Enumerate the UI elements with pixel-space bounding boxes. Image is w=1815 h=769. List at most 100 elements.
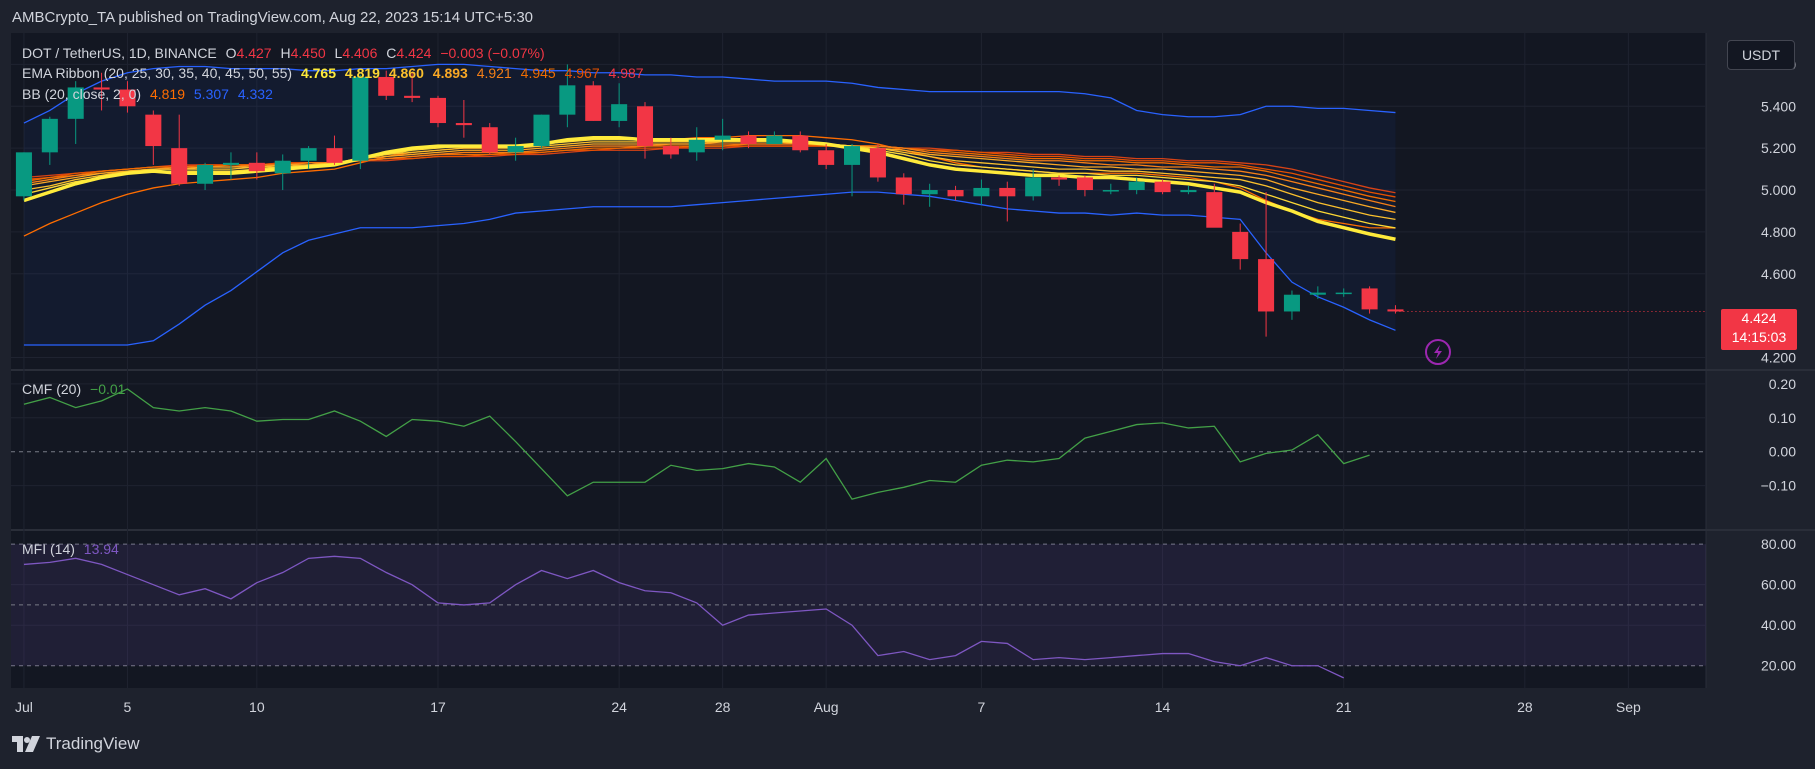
currency-button[interactable]: USDT bbox=[1727, 40, 1795, 70]
cmf-y-tick-label: 0.00 bbox=[1769, 444, 1796, 460]
mfi-y-tick-label: 40.00 bbox=[1761, 617, 1796, 633]
candle-body bbox=[1180, 190, 1197, 193]
x-tick-label: 28 bbox=[1517, 699, 1533, 715]
candle-body bbox=[662, 146, 679, 155]
candle-body bbox=[766, 135, 783, 144]
candle-body bbox=[818, 150, 835, 165]
mfi-legend-label: MFI (14) bbox=[22, 541, 75, 557]
candle-body bbox=[300, 148, 317, 161]
candle-body bbox=[1258, 259, 1275, 312]
candle-body bbox=[171, 148, 188, 184]
candle-body bbox=[1361, 288, 1378, 310]
tradingview-logo-icon[interactable] bbox=[12, 736, 40, 752]
candle-body bbox=[740, 135, 757, 144]
bb-legend: BB (20, close, 2, 0) 4.819 5.307 4.332 bbox=[22, 86, 278, 102]
candle-body bbox=[688, 139, 705, 153]
x-tick-label: 24 bbox=[611, 699, 627, 715]
symbol-legend: DOT / TetherUS, 1D, BINANCE O4.427 H4.45… bbox=[22, 45, 550, 61]
high-label: H bbox=[280, 45, 291, 61]
price-y-tick-label: 4.800 bbox=[1761, 224, 1796, 240]
ema-value: 4.765 bbox=[300, 65, 337, 81]
candle-body bbox=[1025, 177, 1042, 197]
candle-body bbox=[1387, 309, 1404, 312]
x-tick-label: 14 bbox=[1155, 699, 1171, 715]
x-tick-label: 28 bbox=[715, 699, 731, 715]
candle-body bbox=[1051, 177, 1068, 180]
candle-body bbox=[352, 76, 369, 161]
cmf-legend-label: CMF (20) bbox=[22, 381, 82, 397]
candle-body bbox=[1154, 181, 1171, 193]
bb-upper-value: 5.307 bbox=[193, 86, 229, 102]
candle-body bbox=[611, 104, 628, 121]
mfi-y-tick-label: 20.00 bbox=[1761, 658, 1796, 674]
candle-body bbox=[197, 164, 214, 184]
candle-body bbox=[15, 152, 32, 197]
ema-value: 4.893 bbox=[432, 65, 468, 81]
close-value: 4.424 bbox=[396, 45, 432, 61]
candle-body bbox=[481, 127, 498, 153]
bb-legend-label: BB (20, close, 2, 0) bbox=[22, 86, 142, 102]
price-y-tick-label: 5.000 bbox=[1761, 182, 1796, 198]
cmf-legend-value: −0.01 bbox=[90, 381, 126, 397]
candle-body bbox=[1335, 292, 1352, 295]
price-y-tick-label: 5.200 bbox=[1761, 140, 1796, 156]
x-tick-label: 21 bbox=[1336, 699, 1352, 715]
candle-body bbox=[844, 146, 861, 165]
candle-body bbox=[248, 162, 265, 172]
candle-body bbox=[999, 187, 1016, 197]
candle-body bbox=[585, 85, 602, 121]
candle-body bbox=[1076, 177, 1093, 191]
last-price-tag: 4.424 14:15:03 bbox=[1721, 309, 1797, 350]
x-tick-label: Sep bbox=[1616, 699, 1641, 715]
change-value: −0.003 (−0.07%) bbox=[440, 45, 545, 61]
ema-value: 4.967 bbox=[564, 65, 600, 81]
x-tick-label: 17 bbox=[430, 699, 446, 715]
mfi-y-tick-label: 80.00 bbox=[1761, 536, 1796, 552]
cmf-y-tick-label: 0.20 bbox=[1769, 376, 1796, 392]
x-tick-label: Jul bbox=[15, 699, 33, 715]
candle-body bbox=[947, 190, 964, 197]
ema-value: 4.860 bbox=[388, 65, 424, 81]
candle-body bbox=[1206, 192, 1223, 228]
symbol-title: DOT / TetherUS, 1D, BINANCE bbox=[22, 45, 217, 61]
ema-value: 4.945 bbox=[520, 65, 556, 81]
candle-body bbox=[41, 118, 58, 153]
candle-body bbox=[145, 114, 162, 147]
footer: TradingView bbox=[12, 734, 140, 754]
bb-basis-value: 4.819 bbox=[149, 86, 185, 102]
candle-body bbox=[1309, 292, 1326, 295]
high-value: 4.450 bbox=[290, 45, 326, 61]
candle-body bbox=[973, 187, 990, 197]
candle-body bbox=[429, 97, 447, 124]
close-label: C bbox=[386, 45, 397, 61]
mfi-legend: MFI (14) 13.94 bbox=[22, 541, 124, 557]
ema-value: 4.921 bbox=[476, 65, 512, 81]
ema-value: 4.987 bbox=[608, 65, 644, 81]
low-value: 4.406 bbox=[342, 45, 378, 61]
ema-value: 4.819 bbox=[344, 65, 380, 81]
ema-legend-label: EMA Ribbon (20, 25, 30, 35, 40, 45, 50, … bbox=[22, 65, 293, 81]
price-y-tick-label: 4.600 bbox=[1761, 266, 1796, 282]
candle-body bbox=[559, 85, 576, 115]
tradingview-brand[interactable]: TradingView bbox=[46, 734, 140, 754]
candle-body bbox=[222, 162, 239, 165]
candle-body bbox=[792, 135, 809, 151]
last-price: 4.424 bbox=[1741, 310, 1777, 326]
chart-canvas[interactable]: Jul510172428Aug7142128Sep5.6005.4005.200… bbox=[0, 0, 1815, 769]
cmf-legend: CMF (20) −0.01 bbox=[22, 381, 130, 397]
candle-body bbox=[507, 146, 524, 153]
mfi-panel bbox=[11, 544, 1706, 679]
bb-lower-value: 4.332 bbox=[237, 86, 273, 102]
candle-body bbox=[921, 190, 938, 195]
open-label: O bbox=[225, 45, 237, 61]
cmf-y-tick-label: 0.10 bbox=[1769, 410, 1796, 426]
candle-body bbox=[1232, 231, 1249, 260]
candle-body bbox=[455, 123, 472, 126]
x-tick-label: Aug bbox=[814, 699, 839, 715]
candle-body bbox=[1283, 294, 1300, 312]
mfi-legend-value: 13.94 bbox=[83, 541, 119, 557]
x-tick-label: 7 bbox=[978, 699, 986, 715]
candle-body bbox=[636, 106, 654, 147]
candle-body bbox=[404, 95, 421, 98]
mfi-y-tick-label: 60.00 bbox=[1761, 577, 1796, 593]
